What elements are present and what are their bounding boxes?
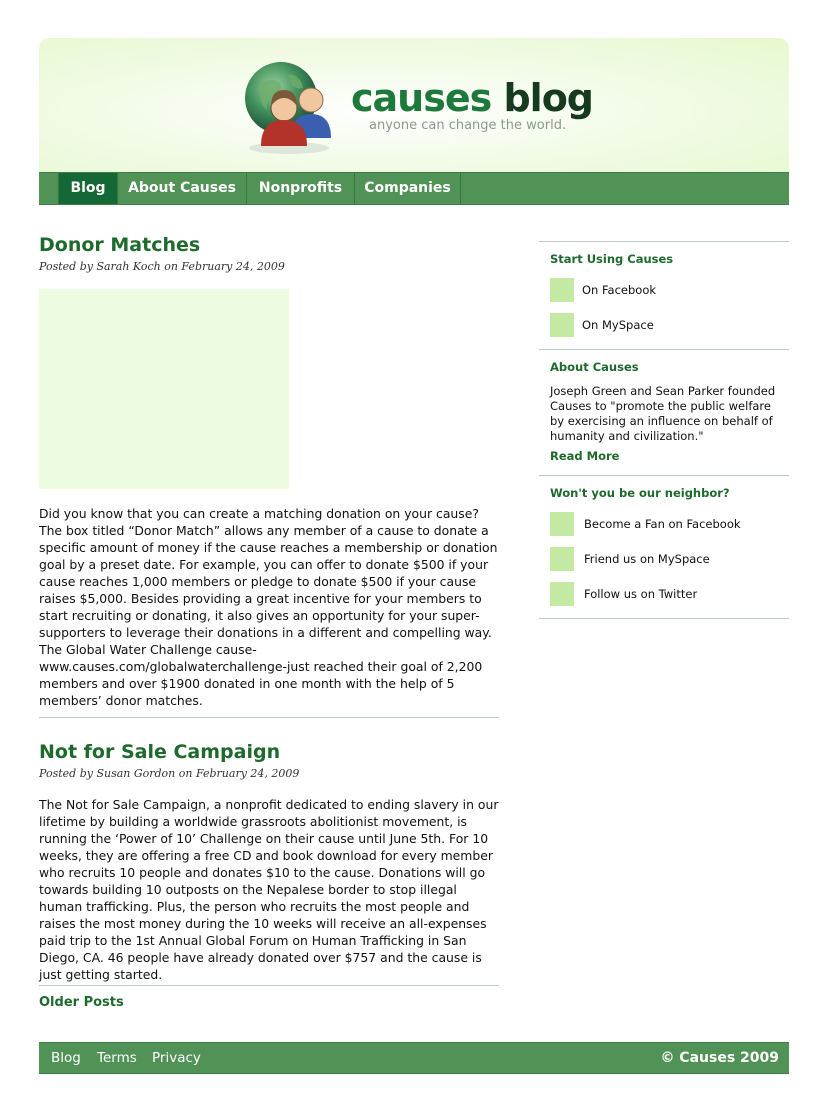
twitter-follow-link[interactable]: Follow us on Twitter [550,582,778,606]
post-title[interactable]: Not for Sale Campaign [39,740,499,764]
post-body: The Not for Sale Campaign, a nonprofit d… [39,797,499,982]
nav-left-spacer [39,173,59,204]
sidebar-heading: About Causes [550,360,639,374]
sidebar-start-using: Start Using Causes On Facebook On MySpac… [539,241,789,349]
post-title[interactable]: Donor Matches [39,233,499,257]
start-on-myspace-link[interactable]: On MySpace [550,313,778,337]
blog-post: Donor Matches Posted by Sarah Koch on Fe… [39,233,499,709]
copyright: © Causes 2009 [660,1050,779,1066]
site-header: causes blog anyone can change the world. [39,38,789,172]
read-more-link[interactable]: Read More [550,449,778,463]
blog-post: Not for Sale Campaign Posted by Susan Go… [39,740,499,983]
nav-item-blog[interactable]: Blog [59,173,118,204]
sidebar: Start Using Causes On Facebook On MySpac… [539,241,789,619]
site-logo-text[interactable]: causes blog [351,76,594,120]
facebook-icon [550,278,574,302]
nav-item-nonprofits[interactable]: Nonprofits [247,173,355,204]
start-on-facebook-link[interactable]: On Facebook [550,278,778,302]
footer-link-privacy[interactable]: Privacy [152,1043,201,1073]
post-meta: Posted by Susan Gordon on February 24, 2… [39,767,300,780]
sidebar-heading: Start Using Causes [550,252,674,266]
post-body: Did you know that you can create a match… [39,506,498,708]
tagline: anyone can change the world. [369,118,567,133]
main-nav: Blog About Causes Nonprofits Companies [39,172,789,205]
sidebar-about-causes: About Causes Joseph Green and Sean Parke… [539,349,789,475]
nav-item-companies[interactable]: Companies [355,173,461,204]
about-text: Joseph Green and Sean Parker founded Cau… [550,384,776,443]
logo-word-causes: causes [351,76,492,120]
facebook-fan-link[interactable]: Become a Fan on Facebook [550,512,778,536]
sidebar-divider [539,618,789,619]
post-image [39,289,289,489]
post-divider [39,717,499,718]
footer-link-blog[interactable]: Blog [51,1043,81,1073]
myspace-friend-link[interactable]: Friend us on MySpace [550,547,778,571]
post-meta: Posted by Sarah Koch on February 24, 200… [39,260,285,273]
older-posts-link[interactable]: Older Posts [39,995,124,1010]
sidebar-neighbor: Won't you be our neighbor? Become a Fan … [539,475,789,618]
link-label: Become a Fan on Facebook [584,517,741,531]
link-label: Friend us on MySpace [584,552,710,566]
twitter-icon [550,582,574,606]
link-label: On Facebook [582,283,657,297]
facebook-icon [550,512,574,536]
link-label: On MySpace [582,318,654,332]
myspace-icon [550,313,574,337]
nav-item-about-causes[interactable]: About Causes [118,173,247,204]
footer-link-terms[interactable]: Terms [97,1043,137,1073]
sidebar-heading: Won't you be our neighbor? [550,486,730,500]
logo-word-blog: blog [503,76,594,120]
link-label: Follow us on Twitter [584,587,698,601]
site-footer: Blog Terms Privacy © Causes 2009 [39,1042,789,1074]
causes-globe-people-icon [245,62,331,154]
myspace-icon [550,547,574,571]
post-divider [39,985,499,986]
